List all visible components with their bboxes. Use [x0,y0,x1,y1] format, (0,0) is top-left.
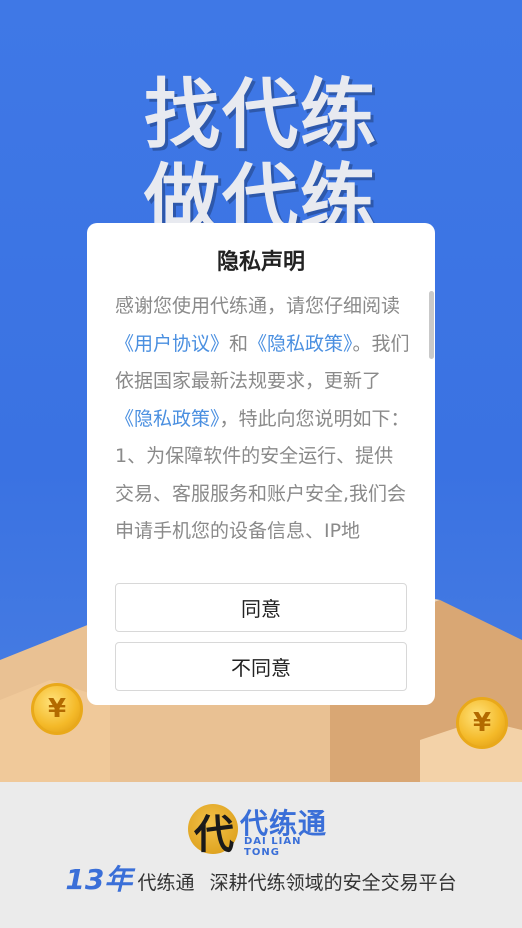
dialog-title: 隐私声明 [216,250,305,275]
body-text: 和 [229,332,249,355]
policy-link[interactable]: 《隐私政策》 [115,408,220,430]
body-text: ，特此向您说明如下： [219,407,410,430]
logo-character-icon: 代 [194,811,234,858]
dialog-body: 感谢您使用代练通，请您仔细阅读《用户协议》和《隐私政策》。我们依据国家最新法规要… [115,288,411,564]
dialog-scrollbar[interactable] [429,291,434,359]
policy-link[interactable]: 《隐私政策》 [248,333,353,355]
tagline-slogan: 深耕代练领域的安全交易平台 [209,872,457,894]
body-text: 感谢您使用代练通，请您仔细阅读 [115,295,401,317]
footer-tagline: 13年 代练通 深耕代练领域的安全交易平台 [0,858,522,898]
app-logo: 代 代练通 DAI LIAN TONG [188,800,338,858]
years-badge: 13年 [65,863,133,896]
policy-link[interactable]: 《用户协议》 [115,333,229,355]
agree-button[interactable]: 同意 [115,583,407,632]
disagree-button[interactable]: 不同意 [115,642,407,691]
logo-pinyin: DAI LIAN TONG [244,836,302,858]
tagline-brand: 代练通 [137,872,195,894]
body-text: 1、为保障软件的安全运行、提供交易、客服服务和账户安全,我们会申请手机您的设备信… [115,445,407,542]
